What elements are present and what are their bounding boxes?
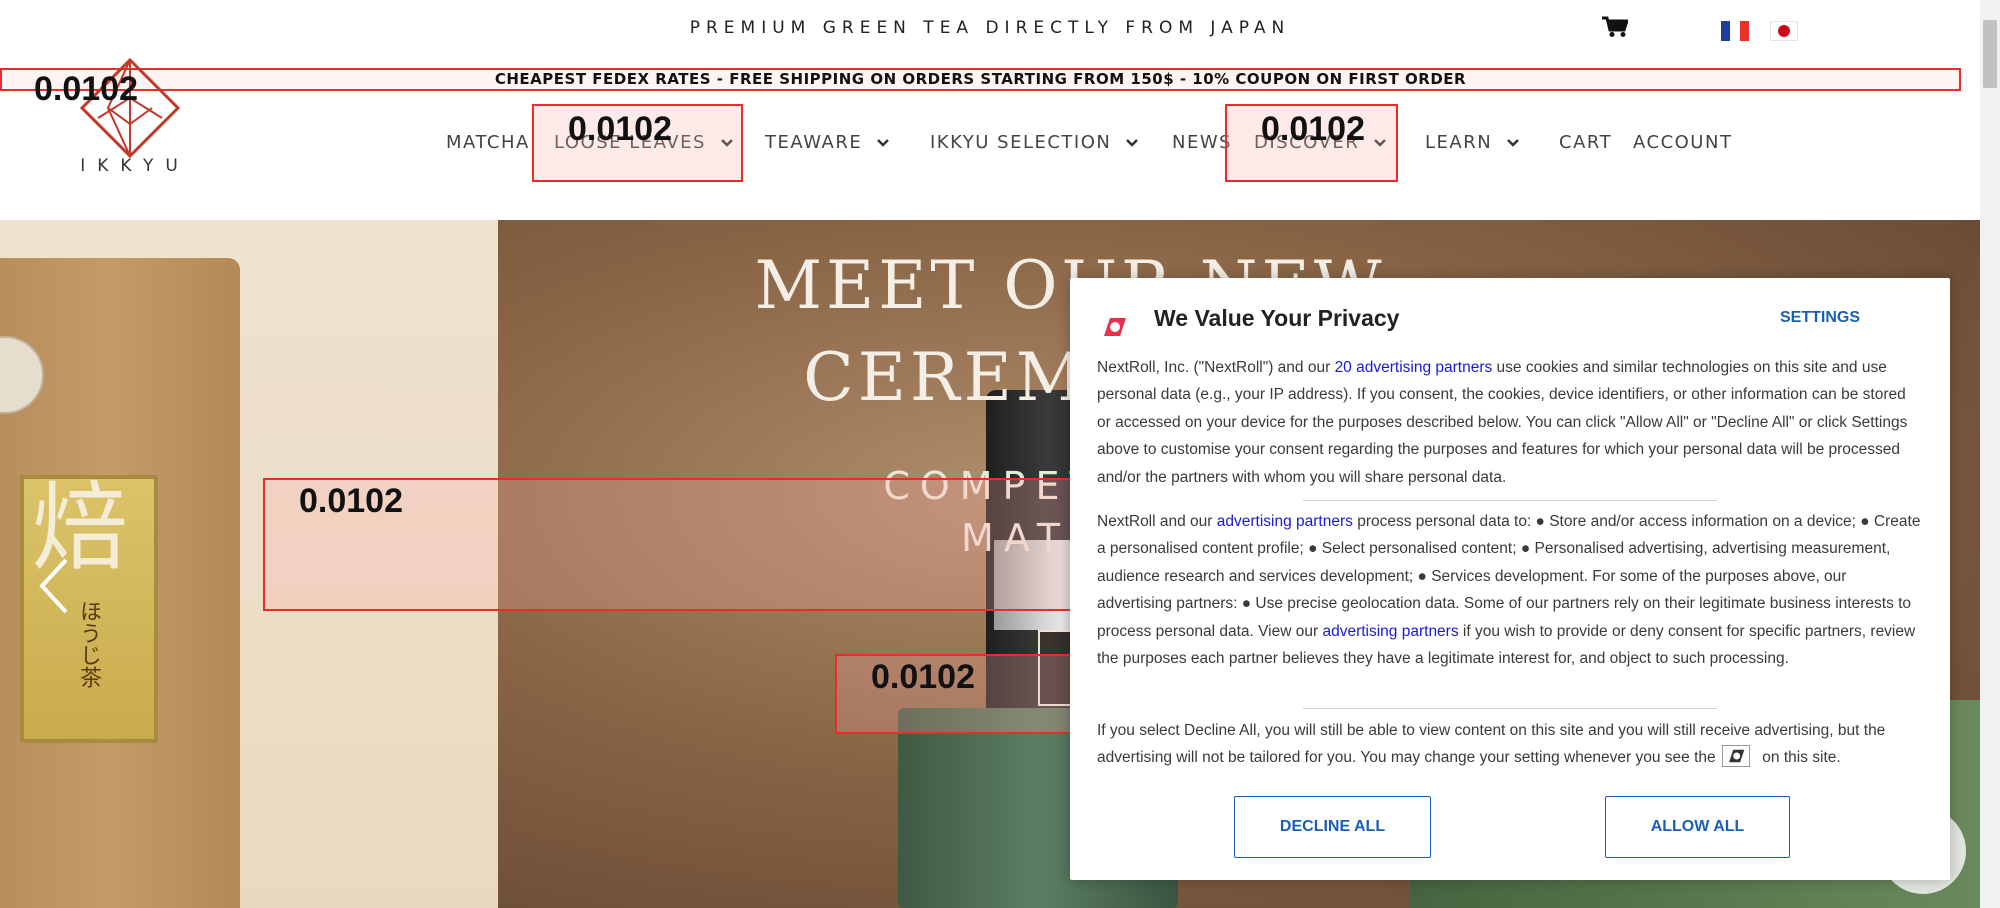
flag-japan-icon[interactable]	[1770, 21, 1798, 41]
overlay-box: 0.0102	[1225, 104, 1398, 182]
nav-learn[interactable]: LEARN	[1425, 132, 1520, 153]
logo-wordmark: IKKYU	[80, 156, 190, 176]
allow-all-button[interactable]: ALLOW ALL	[1605, 796, 1790, 858]
overlay-label: 0.0102	[1261, 110, 1365, 148]
nav-label: LEARN	[1425, 132, 1493, 153]
nav-matcha[interactable]: MATCHA	[446, 132, 530, 153]
nav-ikkyu-selection[interactable]: IKKYU SELECTION	[930, 132, 1139, 153]
advertising-partners-link[interactable]: advertising partners	[1322, 623, 1458, 640]
chevron-down-icon	[877, 138, 890, 147]
advertising-partners-link[interactable]: 20 advertising partners	[1335, 359, 1493, 376]
nav-label: MATCHA	[446, 132, 530, 153]
overlay-box: 0.0102	[263, 478, 1073, 611]
nav-news[interactable]: NEWS	[1172, 132, 1232, 153]
overlay-label: 0.0102	[871, 658, 975, 696]
nextroll-logo-icon	[1104, 318, 1126, 336]
modal-title: We Value Your Privacy	[1154, 305, 1400, 331]
nav-account[interactable]: ACCOUNT	[1633, 132, 1732, 153]
overlay-box: 0.0102	[835, 654, 1075, 734]
top-tagline: PREMIUM GREEN TEA DIRECTLY FROM JAPAN	[689, 18, 1291, 38]
settings-link[interactable]: SETTINGS	[1780, 309, 1860, 327]
nav-label: CART	[1559, 132, 1613, 153]
overlay-label: 0.0102	[568, 110, 672, 148]
privacy-paragraph-2: NextRoll and our advertising partners pr…	[1097, 508, 1923, 672]
nav-label: TEAWARE	[765, 132, 863, 153]
advertising-partners-link[interactable]: advertising partners	[1217, 513, 1353, 530]
nav-label: NEWS	[1172, 132, 1233, 153]
shopping-cart-icon[interactable]	[1602, 16, 1628, 38]
overlay-label: 0.0102	[34, 70, 138, 108]
scrollbar-thumb[interactable]	[1983, 20, 1997, 88]
nav-label: IKKYU SELECTION	[930, 132, 1112, 153]
chevron-left-icon[interactable]	[36, 556, 72, 616]
nav-label: ACCOUNT	[1633, 132, 1733, 153]
paragraph-text: NextRoll, Inc. ("NextRoll") and our	[1097, 359, 1335, 376]
chevron-down-icon	[1126, 138, 1139, 147]
overlay-label: 0.0102	[299, 482, 403, 520]
paragraph-text: NextRoll and our	[1097, 513, 1217, 530]
nav-cart[interactable]: CART	[1559, 132, 1612, 153]
decline-all-button[interactable]: DECLINE ALL	[1234, 796, 1431, 858]
flag-france-icon[interactable]	[1721, 21, 1749, 41]
scrollbar-track[interactable]	[1980, 0, 2000, 908]
privacy-paragraph-1: NextRoll, Inc. ("NextRoll") and our 20 a…	[1097, 354, 1923, 491]
overlay-box: 0.0102	[532, 104, 743, 182]
privacy-paragraph-3: If you select Decline All, you will stil…	[1097, 717, 1923, 772]
tea-bag-subtext: ほうじ茶	[76, 600, 101, 688]
paragraph-text: on this site.	[1757, 749, 1841, 767]
announcement-bar: CHEAPEST FEDEX RATES - FREE SHIPPING ON …	[0, 68, 1961, 91]
paragraph-text: use cookies and similar technologies on …	[1097, 359, 1908, 486]
paragraph-text: process personal data to: ● Store and/or…	[1097, 513, 1921, 640]
divider	[1303, 500, 1717, 501]
divider	[1303, 708, 1717, 709]
nav-teaware[interactable]: TEAWARE	[765, 132, 890, 153]
nextroll-settings-icon[interactable]	[1721, 745, 1750, 768]
chevron-down-icon	[1507, 138, 1520, 147]
